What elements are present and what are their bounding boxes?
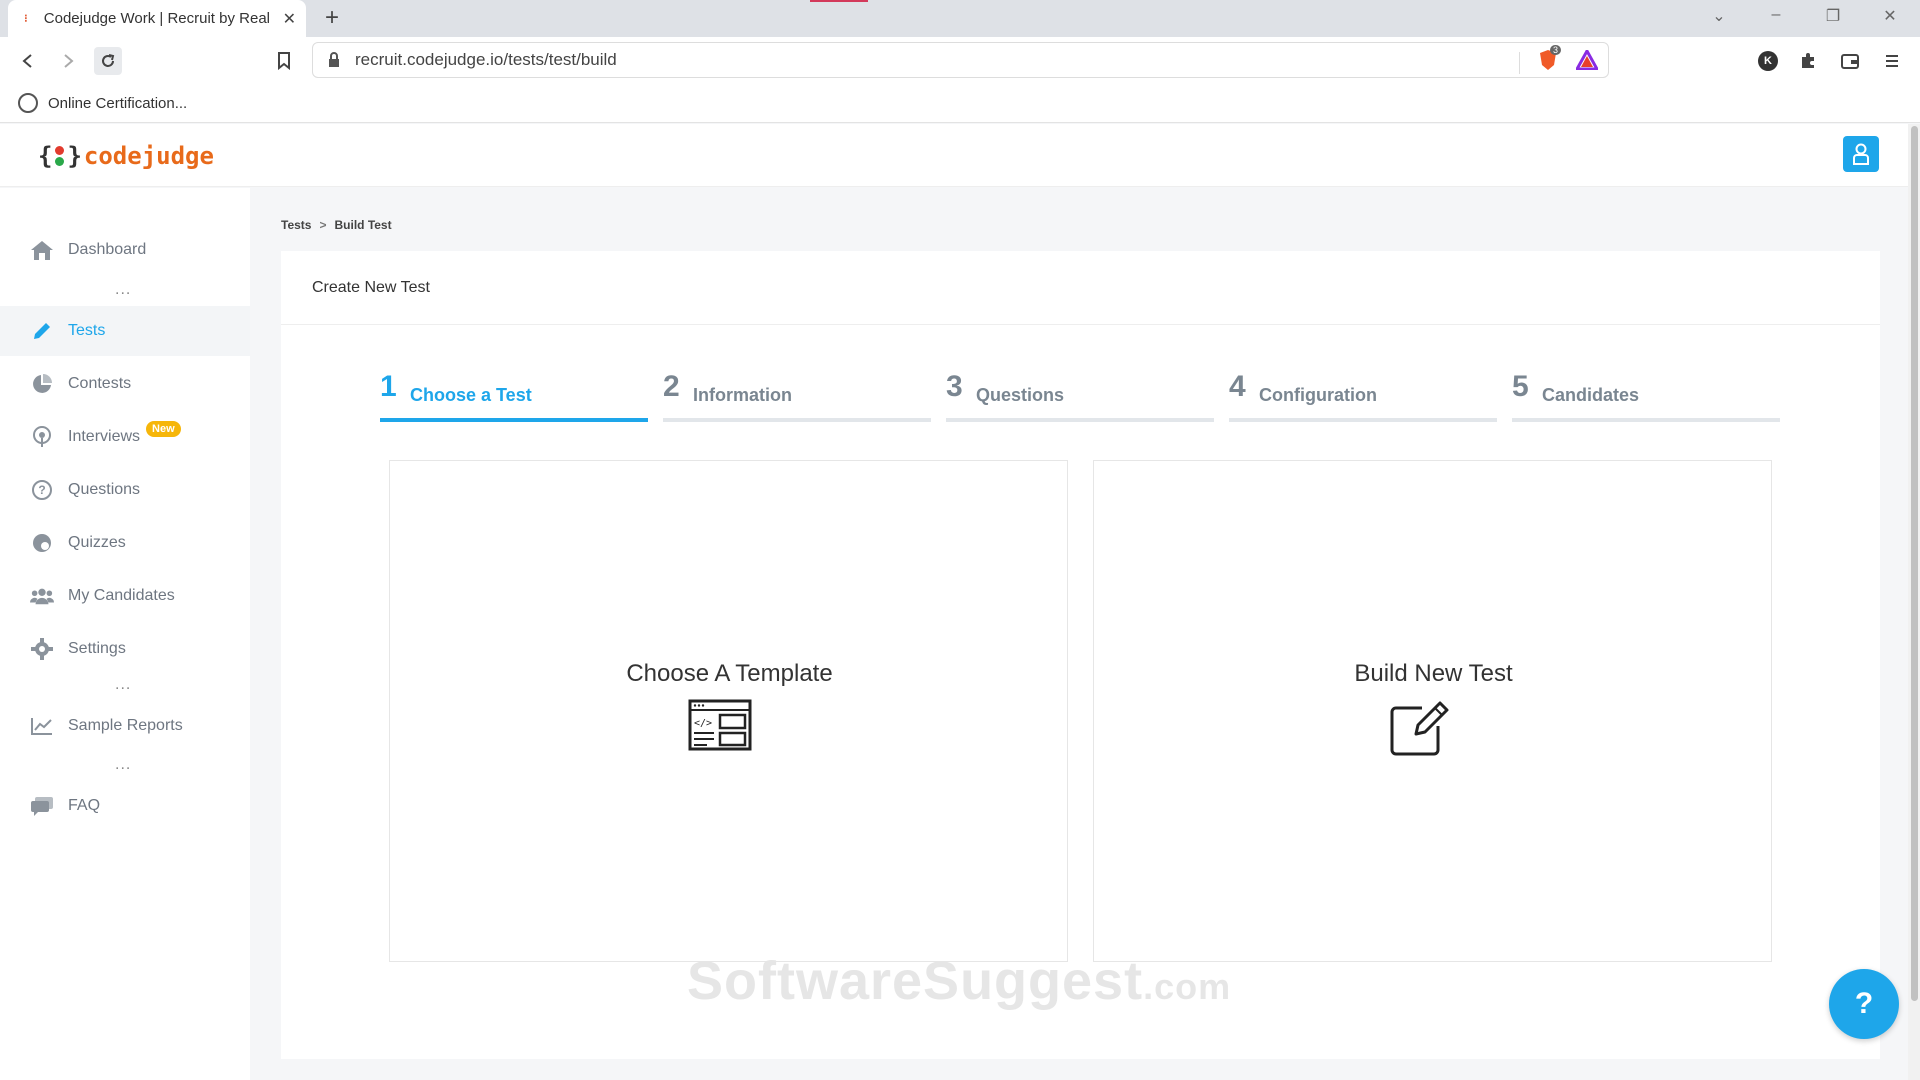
step-progress-bar bbox=[946, 418, 1214, 422]
sidebar-separator: ... bbox=[115, 676, 132, 693]
edit-note-icon bbox=[1390, 701, 1449, 756]
pie-chart-icon bbox=[30, 372, 54, 396]
sidebar-item-tests[interactable]: Tests bbox=[0, 306, 250, 356]
sidebar-item-my-candidates[interactable]: My Candidates bbox=[0, 571, 250, 621]
svg-text:?: ? bbox=[38, 483, 45, 497]
step-information[interactable]: 2 Information bbox=[663, 370, 931, 422]
address-bar[interactable]: recruit.codejudge.io/tests/test/build 3 bbox=[312, 42, 1609, 78]
logo-dots-icon bbox=[55, 146, 65, 166]
step-configuration[interactable]: 4 Configuration bbox=[1229, 370, 1497, 422]
chevron-right-icon: > bbox=[319, 218, 327, 232]
bookmarks-bar: Online Certification... bbox=[0, 84, 1920, 123]
tab-title: Codejudge Work | Recruit by Real bbox=[43, 10, 271, 27]
create-test-card: Create New Test 1 Choose a Test 2 Inform… bbox=[281, 251, 1880, 1059]
browser-toolbar: recruit.codejudge.io/tests/test/build 3 … bbox=[0, 37, 1920, 84]
sidebar-item-contests[interactable]: Contests bbox=[0, 359, 250, 409]
users-icon bbox=[30, 584, 54, 608]
step-progress-bar bbox=[663, 418, 931, 422]
page-scrollbar[interactable] bbox=[1908, 124, 1920, 1080]
quiz-icon bbox=[30, 531, 54, 555]
sidebar-separator: ... bbox=[115, 281, 132, 298]
choose-template-option[interactable]: Choose A Template </> bbox=[389, 460, 1068, 962]
step-progress-bar bbox=[380, 418, 648, 422]
sidebar-item-interviews[interactable]: Interviews New bbox=[0, 412, 250, 462]
sidebar-item-settings[interactable]: Settings bbox=[0, 624, 250, 674]
help-button[interactable]: ? bbox=[1829, 969, 1899, 1039]
app-header: { } codejudge bbox=[0, 124, 1908, 187]
sidebar-item-questions[interactable]: ? Questions bbox=[0, 465, 250, 515]
favicon-icon: ⁝ bbox=[24, 13, 28, 25]
user-icon bbox=[1853, 143, 1869, 165]
sidebar: Dashboard ... Tests Contests Interviews … bbox=[0, 188, 250, 1080]
sidebar-separator: ... bbox=[115, 756, 132, 773]
user-account-button[interactable] bbox=[1843, 136, 1879, 172]
home-icon bbox=[30, 238, 54, 262]
new-tab-button[interactable]: + bbox=[318, 4, 346, 32]
browser-tab[interactable]: ⁝ Codejudge Work | Recruit by Real ✕ bbox=[8, 0, 306, 37]
scroll-thumb[interactable] bbox=[1911, 126, 1918, 1001]
browser-tab-strip: ⁝ Codejudge Work | Recruit by Real ✕ + ⌄… bbox=[0, 0, 1920, 37]
breadcrumb: Tests > Build Test bbox=[281, 218, 392, 232]
sidebar-item-dashboard[interactable]: Dashboard bbox=[0, 225, 250, 275]
question-circle-icon: ? bbox=[30, 478, 54, 502]
line-chart-icon bbox=[30, 714, 54, 738]
chat-icon bbox=[30, 794, 54, 818]
breadcrumb-build-test: Build Test bbox=[334, 218, 392, 232]
build-new-test-option[interactable]: Build New Test bbox=[1093, 460, 1772, 962]
brave-shield-icon[interactable]: 3 bbox=[1538, 45, 1562, 76]
profile-icon[interactable]: K bbox=[1756, 49, 1780, 73]
pencil-icon bbox=[30, 319, 54, 343]
back-icon[interactable] bbox=[14, 47, 42, 75]
sidebar-item-quizzes[interactable]: Quizzes bbox=[0, 518, 250, 568]
svg-text:</>: </> bbox=[694, 718, 712, 729]
bookmark-favicon-icon bbox=[18, 93, 38, 113]
lock-icon bbox=[329, 52, 339, 67]
bookmark-icon[interactable] bbox=[270, 47, 298, 75]
bookmark-item[interactable]: Online Certification... bbox=[48, 95, 187, 112]
divider bbox=[281, 324, 1880, 325]
step-progress-bar bbox=[1512, 418, 1780, 422]
step-candidates[interactable]: 5 Candidates bbox=[1512, 370, 1780, 422]
extensions-icon[interactable] bbox=[1796, 49, 1820, 73]
option-title: Choose A Template bbox=[626, 660, 833, 687]
tab-search-icon[interactable]: ⌄ bbox=[1705, 6, 1733, 26]
podcast-icon bbox=[30, 425, 54, 449]
wallet-icon[interactable] bbox=[1838, 49, 1862, 73]
codejudge-logo[interactable]: { } codejudge bbox=[38, 142, 214, 170]
step-questions[interactable]: 3 Questions bbox=[946, 370, 1214, 422]
breadcrumb-tests[interactable]: Tests bbox=[281, 218, 311, 232]
menu-icon[interactable] bbox=[1880, 49, 1904, 73]
tab-accent-line bbox=[810, 0, 868, 2]
option-title: Build New Test bbox=[1354, 660, 1513, 687]
code-template-icon: </> bbox=[688, 699, 752, 751]
close-window-icon[interactable]: ✕ bbox=[1876, 6, 1904, 26]
watermark: SoftwareSuggest.com bbox=[687, 951, 1232, 1011]
sidebar-item-faq[interactable]: FAQ bbox=[0, 781, 250, 831]
step-progress-bar bbox=[1229, 418, 1497, 422]
step-choose-a-test[interactable]: 1 Choose a Test bbox=[380, 370, 648, 422]
close-tab-icon[interactable]: ✕ bbox=[283, 9, 296, 29]
brave-badge: 3 bbox=[1550, 45, 1562, 55]
restore-icon[interactable]: ❐ bbox=[1819, 6, 1847, 26]
reload-icon[interactable] bbox=[94, 47, 122, 75]
new-badge: New bbox=[146, 421, 181, 437]
url-text: recruit.codejudge.io/tests/test/build bbox=[355, 50, 617, 69]
forward-icon[interactable] bbox=[54, 47, 82, 75]
page-title: Create New Test bbox=[312, 279, 430, 296]
gear-icon bbox=[30, 637, 54, 661]
brave-rewards-icon[interactable] bbox=[1574, 47, 1600, 75]
minimize-icon[interactable]: – bbox=[1762, 6, 1790, 24]
sidebar-item-sample-reports[interactable]: Sample Reports bbox=[0, 701, 250, 751]
